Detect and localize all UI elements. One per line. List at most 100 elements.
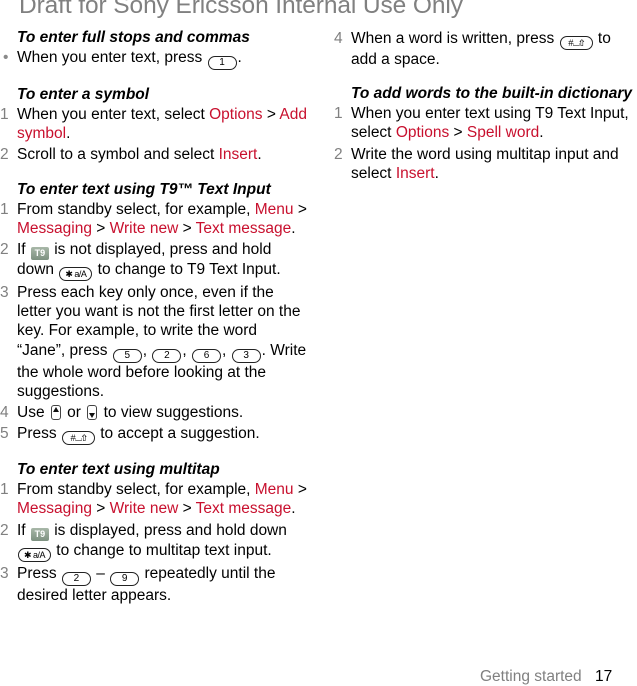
step-text: Press (17, 564, 61, 582)
step-text: If (17, 521, 30, 539)
menu-link-menu[interactable]: Menu (255, 201, 294, 218)
step-number: 2 (0, 521, 9, 539)
menu-link-menu[interactable]: Menu (255, 481, 294, 498)
step-number: 3 (0, 284, 9, 302)
separator: > (91, 500, 110, 518)
step-text: If (17, 241, 30, 259)
list-item: 1 From standby select, for example, Menu… (0, 200, 307, 238)
menu-link-insert[interactable]: Insert (219, 146, 258, 163)
list-item: 1 From standby select, for example, Menu… (0, 480, 307, 518)
menu-link-spell-word[interactable]: Spell word (467, 124, 539, 141)
separator: > (178, 500, 196, 518)
step-text: Scroll to a symbol and select (17, 146, 219, 164)
t9-indicator-icon: T9 (30, 527, 49, 541)
key-hash-icon: #⌴⇧ (61, 431, 95, 446)
menu-link-options[interactable]: Options (209, 106, 262, 123)
page-number: 17 (595, 668, 613, 685)
list-item: 2 Write the word using multitap input an… (334, 145, 637, 183)
step-text: – (91, 564, 110, 582)
step-number: 1 (0, 481, 9, 499)
step-text: . (257, 146, 262, 164)
key-star-icon: ✱ a/A (59, 267, 93, 282)
menu-link-write-new[interactable]: Write new (110, 500, 179, 517)
separator: > (449, 124, 467, 142)
menu-link-write-new[interactable]: Write new (110, 220, 179, 237)
step-text: to change to multitap text input. (52, 541, 272, 559)
section-heading: To enter text using T9™ Text Input (17, 180, 271, 198)
section-full-stops: To enter full stops and commas • When yo… (3, 29, 307, 70)
step-number: 5 (0, 425, 9, 443)
separator: > (293, 200, 307, 218)
menu-link-options[interactable]: Options (396, 124, 449, 141)
separator: > (91, 219, 110, 237)
list-item: 2 If T9 is not displayed, press and hold… (0, 240, 307, 282)
key-1-icon: 1 (207, 56, 237, 70)
section-heading: To enter a symbol (17, 86, 150, 103)
step-text: . (291, 219, 296, 237)
step-number: 1 (0, 106, 9, 123)
list-item: 2 If T9 is displayed, press and hold dow… (0, 521, 307, 562)
key-9-icon: 9 (110, 571, 140, 586)
step-text: From standby select, for example, (17, 200, 255, 218)
list-item: 4 When a word is written, press #⌴⇧ to a… (334, 29, 637, 69)
step-text: is displayed, press and hold down (49, 521, 287, 539)
key-hash-icon: #⌴⇧ (559, 36, 593, 50)
t9-indicator-icon: T9 (30, 247, 49, 261)
key-5-icon: 5 (112, 348, 142, 363)
step-text: When you enter text, press (17, 49, 207, 66)
step-text: to view suggestions. (99, 404, 244, 422)
footer-section-title: Getting started (480, 668, 582, 685)
step-text: . (291, 500, 296, 518)
menu-link-insert[interactable]: Insert (396, 165, 435, 182)
section-heading: To add words to the built-in dictionary (351, 85, 632, 103)
step-text: to accept a suggestion. (95, 425, 260, 443)
list-item: 4 Use or to view suggestions. (0, 403, 307, 422)
step-text: Press (17, 425, 61, 443)
step-number: 1 (334, 105, 343, 123)
step-text: Use (17, 404, 49, 422)
step-text: . (66, 125, 71, 143)
nav-up-icon (50, 405, 61, 421)
key-6-icon: 6 (192, 348, 222, 363)
key-2-icon: 2 (152, 348, 182, 363)
step-text: . (539, 124, 544, 142)
step-text: When you enter text, select (17, 106, 210, 123)
section-multitap: To enter text using multitap 1 From stan… (0, 461, 307, 605)
step-text: . (237, 49, 242, 66)
step-text: to change to T9 Text Input. (93, 261, 281, 279)
right-column: 4 When a word is written, press #⌴⇧ to a… (334, 29, 637, 199)
list-item: • When you enter text, press 1. (3, 48, 307, 70)
menu-link-text-message[interactable]: Text message (196, 500, 292, 517)
separator: > (262, 106, 280, 123)
step-text: . (434, 164, 439, 182)
separator: > (178, 219, 196, 237)
step-number: 3 (0, 564, 9, 582)
step-number: 4 (334, 30, 343, 47)
step-text: When a word is written, press (351, 30, 559, 47)
key-2-icon: 2 (61, 571, 91, 586)
bullet-icon: • (3, 49, 9, 66)
list-item: 5 Press #⌴⇧ to accept a suggestion. (0, 424, 307, 446)
section-t9-continued: 4 When a word is written, press #⌴⇧ to a… (334, 29, 637, 69)
step-text: From standby select, for example, (17, 481, 255, 499)
section-symbol: To enter a symbol 1 When you enter text,… (0, 86, 307, 165)
step-number: 4 (0, 404, 9, 422)
list-item: 2 Scroll to a symbol and select Insert. (0, 145, 307, 164)
step-text: Write the word using multitap input and … (351, 145, 619, 182)
menu-link-messaging[interactable]: Messaging (17, 500, 92, 517)
draft-watermark: Draft for Sony Ericsson Internal Use Onl… (19, 0, 463, 19)
separator: > (293, 481, 307, 499)
nav-down-icon (87, 405, 98, 421)
section-t9: To enter text using T9™ Text Input 1 Fro… (0, 180, 307, 446)
menu-link-messaging[interactable]: Messaging (17, 220, 92, 237)
step-text: or (62, 404, 86, 422)
section-heading: To enter full stops and commas (17, 29, 250, 46)
left-column: To enter full stops and commas • When yo… (0, 29, 307, 621)
list-item: 1 When you enter text using T9 Text Inpu… (334, 104, 637, 142)
list-item: 3 Press 2 – 9 repeatedly until the desir… (0, 564, 307, 605)
section-heading: To enter text using multitap (17, 461, 220, 479)
key-3-icon: 3 (231, 348, 261, 363)
key-star-icon: ✱ a/A (18, 547, 51, 562)
list-item: 3 Press each key only once, even if the … (0, 284, 307, 400)
menu-link-text-message[interactable]: Text message (196, 220, 292, 237)
